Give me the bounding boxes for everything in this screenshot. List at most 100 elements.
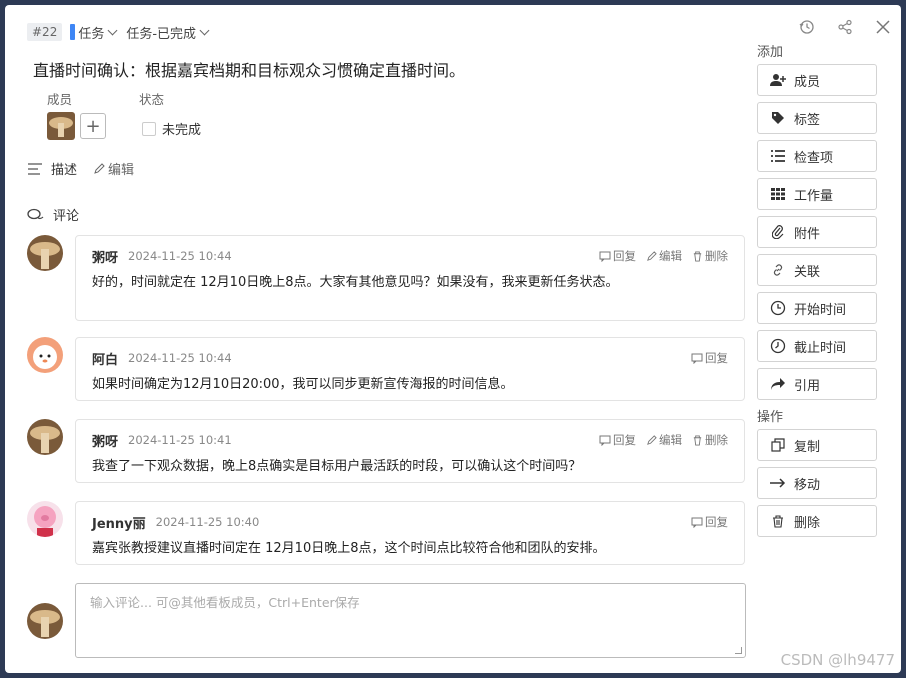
reply-label: 回复 — [705, 351, 728, 365]
ops-section-label: 操作 — [757, 410, 784, 425]
task-header: #22 任务 任务-已完成 — [27, 21, 218, 43]
comment-icon — [27, 208, 44, 219]
chevron-down-icon — [107, 25, 118, 35]
comments-header: 评论 — [27, 205, 79, 224]
add-tag-button[interactable]: 标签 — [757, 102, 877, 134]
add-workload-button[interactable]: 工作量 — [757, 178, 877, 210]
list-icon — [771, 150, 785, 162]
add-member-sidebar-button[interactable]: 成员 — [757, 64, 877, 96]
tag-icon — [772, 112, 784, 124]
task-type-label: 任务 — [78, 26, 105, 42]
members-label: 成员 — [47, 92, 73, 107]
delete-label: 删除 — [705, 433, 728, 447]
description-label: 描述 — [51, 163, 78, 178]
reply-icon — [599, 251, 611, 262]
add-item-label: 工作量 — [794, 188, 834, 204]
current-user-avatar — [27, 603, 63, 639]
reply-icon — [691, 353, 703, 364]
status-value: 未完成 — [162, 123, 202, 138]
comment-card: 阿白 2024-11-25 10:44 回复 如果时间确定为12月10日20:0… — [75, 337, 745, 401]
task-type-dropdown[interactable]: 任务 — [78, 23, 118, 42]
clock-icon — [770, 300, 786, 316]
add-link-button[interactable]: 关联 — [757, 254, 877, 286]
watermark: CSDN @lh9477 — [780, 651, 895, 669]
reply-button[interactable]: 回复 — [691, 514, 728, 530]
comment-author: 阿白 — [92, 352, 119, 368]
add-item-label: 开始时间 — [794, 302, 847, 318]
pencil-icon — [94, 162, 105, 174]
add-attachment-button[interactable]: 附件 — [757, 216, 877, 248]
delete-comment-button[interactable]: 删除 — [692, 248, 728, 264]
add-member-button[interactable]: + — [80, 113, 106, 139]
add-reference-button[interactable]: 引用 — [757, 368, 877, 400]
paperclip-icon — [772, 225, 784, 239]
comment-card: Jenny丽 2024-11-25 10:40 回复 嘉宾张教授建议直播时间定在… — [75, 501, 745, 565]
add-item-label: 成员 — [794, 74, 821, 90]
comments-label: 评论 — [53, 209, 80, 224]
reply-button[interactable]: 回复 — [691, 350, 728, 366]
add-item-label: 标签 — [794, 112, 821, 128]
reply-label: 回复 — [705, 515, 728, 529]
task-detail-modal: #22 任务 任务-已完成 直播时间确认：根据嘉宾档期和目标观众习惯确定直播时间… — [5, 5, 901, 673]
arrow-right-icon — [770, 478, 786, 488]
add-item-label: 引用 — [794, 378, 821, 394]
comment-input[interactable]: 输入评论... 可@其他看板成员，Ctrl+Enter保存 — [75, 583, 746, 658]
comment-author: 粥呀 — [92, 250, 119, 266]
task-type-color — [70, 24, 76, 40]
edit-comment-button[interactable]: 编辑 — [646, 432, 682, 448]
description-icon — [28, 162, 42, 175]
clock-icon — [770, 338, 786, 354]
add-item-label: 截止时间 — [794, 340, 847, 356]
add-start-time-button[interactable]: 开始时间 — [757, 292, 877, 324]
comment-time: 2024-11-25 10:40 — [155, 515, 260, 529]
copy-button[interactable]: 复制 — [757, 429, 877, 461]
add-due-time-button[interactable]: 截止时间 — [757, 330, 877, 362]
delete-task-button[interactable]: 删除 — [757, 505, 877, 537]
pencil-icon — [647, 250, 657, 261]
reply-button[interactable]: 回复 — [599, 432, 636, 448]
comment-time: 2024-11-25 10:44 — [128, 351, 232, 365]
grid-icon — [771, 188, 785, 200]
status-toggle[interactable]: 未完成 — [142, 119, 201, 138]
op-item-label: 复制 — [794, 439, 821, 455]
move-button[interactable]: 移动 — [757, 467, 877, 499]
member-avatar[interactable] — [47, 112, 75, 140]
add-checklist-button[interactable]: 检查项 — [757, 140, 877, 172]
comment-text: 嘉宾张教授建议直播时间定在 12月10日晚上8点，这个时间点比较符合他和团队的安… — [92, 541, 606, 556]
commenter-avatar — [27, 337, 63, 373]
op-item-label: 删除 — [794, 515, 821, 531]
reply-icon — [599, 435, 611, 446]
reply-button[interactable]: 回复 — [599, 248, 636, 264]
edit-description-button[interactable]: 编辑 — [93, 159, 134, 178]
add-item-label: 关联 — [794, 264, 821, 280]
commenter-avatar — [27, 501, 63, 537]
header-actions — [799, 19, 891, 35]
share-arrow-icon — [771, 378, 785, 390]
status-checkbox[interactable] — [142, 121, 156, 136]
edit-comment-button[interactable]: 编辑 — [646, 248, 682, 264]
history-icon[interactable] — [799, 19, 815, 35]
comment-author: 粥呀 — [92, 434, 119, 450]
delete-comment-button[interactable]: 删除 — [692, 432, 728, 448]
comment-text: 如果时间确定为12月10日20:00，我可以同步更新宣传海报的时间信息。 — [92, 377, 514, 392]
close-icon[interactable] — [875, 19, 891, 35]
add-item-label: 附件 — [794, 226, 821, 242]
description-row: 描述 编辑 — [27, 159, 134, 178]
trash-icon — [693, 250, 702, 262]
commenter-avatar — [27, 235, 63, 271]
user-plus-icon — [770, 74, 786, 86]
task-id-badge: #22 — [27, 23, 63, 41]
comment-time: 2024-11-25 10:44 — [128, 249, 232, 263]
edit-label: 编辑 — [108, 163, 135, 178]
task-list-dropdown[interactable]: 任务-已完成 — [126, 23, 210, 42]
comment-author: Jenny丽 — [92, 516, 146, 532]
commenter-avatar — [27, 419, 63, 455]
trash-icon — [773, 514, 783, 528]
reply-label: 回复 — [613, 433, 636, 447]
op-item-label: 移动 — [794, 477, 821, 493]
pencil-icon — [647, 434, 657, 445]
link-icon — [773, 264, 783, 276]
task-title[interactable]: 直播时间确认：根据嘉宾档期和目标观众习惯确定直播时间。 — [33, 57, 465, 81]
share-icon[interactable] — [837, 19, 853, 35]
edit-label: 编辑 — [659, 249, 682, 263]
